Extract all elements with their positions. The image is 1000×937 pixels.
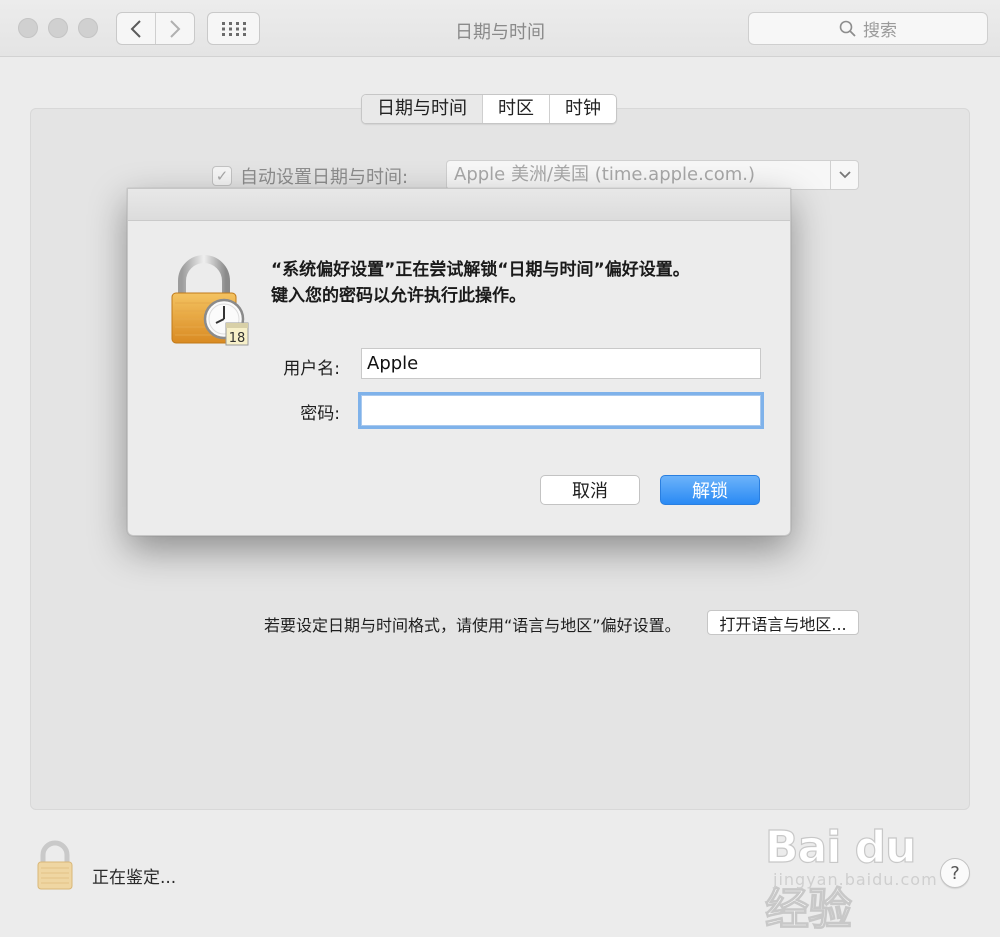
- window-title: 日期与时间: [455, 22, 545, 43]
- open-language-region-button[interactable]: 打开语言与地区...: [707, 610, 859, 635]
- dialog-message: “系统偏好设置”正在尝试解锁“日期与时间”偏好设置。 键入您的密码以允许执行此操…: [271, 257, 690, 309]
- format-note: 若要设定日期与时间格式，请使用“语言与地区”偏好设置。: [264, 616, 681, 635]
- tab-bar: 日期与时间 时区 时钟: [361, 94, 617, 124]
- lock-clock-icon: 18: [168, 253, 252, 347]
- dialog-message-line2: 键入您的密码以允许执行此操作。: [271, 286, 526, 306]
- search-placeholder: 搜索: [863, 21, 897, 41]
- zoom-window-button[interactable]: [78, 18, 98, 38]
- search-icon: [839, 20, 856, 37]
- help-button[interactable]: ?: [940, 858, 970, 888]
- grid-icon: [221, 21, 246, 36]
- authentication-status: 正在鉴定...: [92, 868, 177, 888]
- dialog-message-line1: “系统偏好设置”正在尝试解锁“日期与时间”偏好设置。: [271, 260, 690, 280]
- time-server-value: Apple 美洲/美国 (time.apple.com.): [454, 164, 756, 185]
- dialog-title-bar: [128, 189, 790, 221]
- tab-time-zone[interactable]: 时区: [482, 95, 549, 123]
- watermark: Bai du 经验 jingyan.baidu.com: [764, 808, 950, 935]
- watermark-url: jingyan.baidu.com: [773, 870, 938, 889]
- username-field[interactable]: Apple: [361, 348, 761, 379]
- chevron-right-icon: [170, 19, 181, 38]
- password-label: 密码:: [300, 404, 340, 424]
- forward-button[interactable]: [155, 13, 194, 44]
- unlock-button[interactable]: 解锁: [660, 475, 760, 505]
- back-button[interactable]: [117, 13, 155, 44]
- calendar-day-text: 18: [229, 331, 246, 346]
- tab-date-time[interactable]: 日期与时间: [362, 95, 482, 123]
- unlock-dialog: 18 “系统偏好设置”正在尝试解锁“日期与时间”偏好设置。 键入您的密码以允许执…: [127, 188, 791, 536]
- close-window-button[interactable]: [18, 18, 38, 38]
- dropdown-arrow[interactable]: [830, 161, 858, 189]
- checkmark-icon: ✓: [215, 166, 229, 185]
- lock-icon[interactable]: [30, 840, 80, 892]
- time-server-select[interactable]: Apple 美洲/美国 (time.apple.com.): [446, 160, 859, 190]
- password-field[interactable]: [358, 392, 764, 429]
- chevron-left-icon: [130, 19, 141, 38]
- cancel-button[interactable]: 取消: [540, 475, 640, 505]
- back-forward-control: [116, 12, 195, 45]
- show-all-button[interactable]: [207, 12, 260, 45]
- minimize-window-button[interactable]: [48, 18, 68, 38]
- search-field[interactable]: 搜索: [748, 12, 988, 45]
- preferences-window: 日期与时间 搜索 日期与时间 时区 时钟 ✓ 自动设置日期与时间: Apple …: [0, 0, 1000, 936]
- tab-clock[interactable]: 时钟: [549, 95, 616, 123]
- auto-set-label: 自动设置日期与时间:: [240, 167, 409, 188]
- auto-set-checkbox[interactable]: ✓: [212, 166, 232, 186]
- chevron-down-icon: [838, 171, 851, 179]
- auto-set-row: ✓ 自动设置日期与时间:: [212, 163, 408, 189]
- title-bar: 日期与时间 搜索: [0, 0, 1000, 57]
- username-label: 用户名:: [283, 359, 340, 379]
